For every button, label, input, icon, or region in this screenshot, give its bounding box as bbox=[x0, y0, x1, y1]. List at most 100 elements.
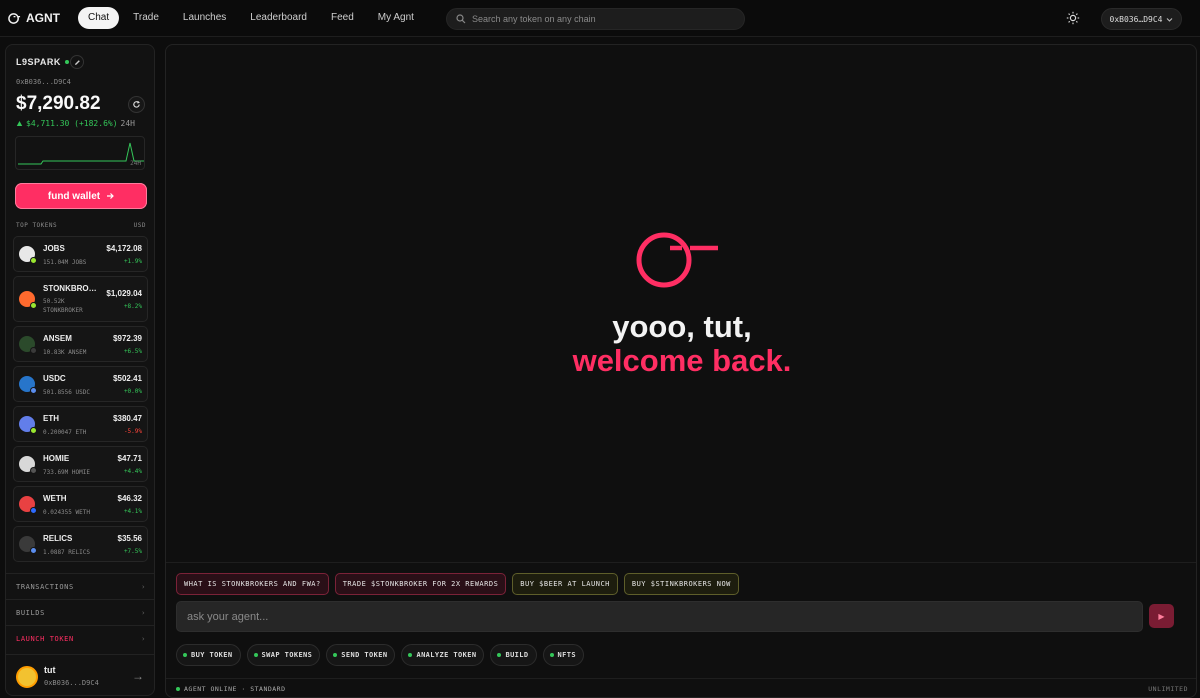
send-button[interactable]: ▶ bbox=[1149, 604, 1174, 628]
token-value: $4,172.08 bbox=[106, 244, 142, 253]
chain-badge-icon bbox=[30, 387, 37, 394]
suggestion-chips: WHAT IS STONKBROKERS AND FWA? TRADE $STO… bbox=[176, 573, 739, 595]
user-address: 0xB036...D9C4 bbox=[44, 679, 99, 687]
token-value: $47.71 bbox=[117, 454, 142, 463]
token-symbol: WETH bbox=[43, 494, 67, 503]
chain-badge-icon bbox=[30, 507, 37, 514]
token-row-usdc[interactable]: USDC 501.8556 USDC $502.41 +0.0% bbox=[13, 366, 148, 402]
token-symbol: STONKBRO… bbox=[43, 284, 97, 293]
token-row-jobs[interactable]: JOBS 151.04M JOBS $4,172.08 +1.9% bbox=[13, 236, 148, 272]
token-value: $35.56 bbox=[117, 534, 142, 543]
action-nfts[interactable]: NFTS bbox=[542, 644, 584, 666]
section-label: TRANSACTIONS bbox=[16, 583, 74, 591]
status-dot-icon bbox=[408, 653, 413, 657]
action-buy-token[interactable]: BUY TOKEN bbox=[176, 644, 241, 666]
token-amount: 1.0887 RELICS bbox=[43, 549, 90, 556]
token-change: +4.1% bbox=[123, 508, 142, 515]
agnt-logo-icon bbox=[8, 12, 21, 24]
action-label: SWAP TOKENS bbox=[261, 651, 313, 659]
quick-actions: BUY TOKEN SWAP TOKENS SEND TOKEN ANALYZE… bbox=[176, 644, 584, 666]
nav-feed[interactable]: Feed bbox=[321, 7, 364, 29]
action-label: SEND TOKEN bbox=[341, 651, 388, 659]
portfolio-balance: $7,290.82 bbox=[16, 93, 101, 114]
arrow-right-icon[interactable]: → bbox=[132, 669, 144, 683]
search-input[interactable] bbox=[472, 14, 732, 24]
status-dot-icon bbox=[183, 653, 187, 657]
section-label: BUILDS bbox=[16, 609, 45, 617]
action-send-token[interactable]: SEND TOKEN bbox=[326, 644, 396, 666]
currency-label: USD bbox=[133, 222, 146, 229]
token-amount: 151.04M JOBS bbox=[43, 259, 87, 266]
suggestion-chip[interactable]: TRADE $STONKBROKER FOR 2X REWARDS bbox=[334, 573, 507, 595]
chat-input[interactable] bbox=[176, 601, 1143, 632]
action-build[interactable]: BUILD bbox=[490, 644, 537, 666]
nav-trade[interactable]: Trade bbox=[123, 7, 169, 29]
token-amount: 0.200047 ETH bbox=[43, 429, 87, 436]
fund-wallet-label: fund wallet bbox=[47, 190, 101, 202]
chat-panel: yooo, tut, welcome back. WHAT IS STONKBR… bbox=[165, 44, 1197, 698]
nav-leaderboard[interactable]: Leaderboard bbox=[240, 7, 317, 29]
nav-chat[interactable]: Chat bbox=[78, 7, 120, 29]
search-bar bbox=[446, 8, 745, 30]
composer: WHAT IS STONKBROKERS AND FWA? TRADE $STO… bbox=[166, 562, 1196, 697]
brand[interactable]: AGNT bbox=[8, 11, 60, 25]
agnt-logo-icon bbox=[636, 232, 718, 288]
token-row-ansem[interactable]: ANSEM 10.83K ANSEM $972.39 +6.5% bbox=[13, 326, 148, 362]
chain-badge-icon bbox=[30, 257, 37, 264]
sidebar-section-builds[interactable]: BUILDS › bbox=[6, 599, 154, 625]
chevron-right-icon: › bbox=[141, 609, 146, 617]
edit-name-button[interactable] bbox=[70, 55, 84, 69]
chevron-down-icon bbox=[1167, 17, 1173, 22]
wallet-address: 0xB036…D9C4 bbox=[1109, 14, 1163, 24]
refresh-button[interactable] bbox=[128, 96, 145, 113]
token-symbol: HOMIE bbox=[43, 454, 70, 463]
token-change: +7.5% bbox=[123, 548, 142, 555]
nav-launches[interactable]: Launches bbox=[173, 7, 236, 29]
greeting-line: yooo, tut, bbox=[612, 309, 752, 344]
token-row-weth[interactable]: WETH 0.024355 WETH $46.32 +4.1% bbox=[13, 486, 148, 522]
action-swap-tokens[interactable]: SWAP TOKENS bbox=[246, 644, 321, 666]
action-label: BUY TOKEN bbox=[191, 651, 233, 659]
account-name-row: L9SPARK bbox=[16, 57, 69, 67]
user-profile-row[interactable]: tut 0xB036...D9C4 → bbox=[6, 654, 154, 695]
wallet-button[interactable]: 0xB036…D9C4 bbox=[1101, 8, 1182, 30]
status-bar: AGENT ONLINE · STANDARD UNLIMITED bbox=[166, 678, 1196, 697]
refresh-icon bbox=[133, 100, 140, 108]
avatar bbox=[16, 666, 38, 688]
chain-badge-icon bbox=[30, 467, 37, 474]
token-row-stonkbro[interactable]: STONKBRO… 50.52K STONKBROKER $1,029.04 +8.2… bbox=[13, 276, 148, 322]
token-change: +4.4% bbox=[123, 468, 142, 475]
token-change: +6.5% bbox=[123, 348, 142, 355]
fund-wallet-button[interactable]: fund wallet bbox=[15, 183, 147, 209]
nav-my-agnt[interactable]: My Agnt bbox=[368, 7, 424, 29]
token-list: JOBS 151.04M JOBS $4,172.08 +1.9% STONKBRO… 5… bbox=[13, 236, 148, 566]
suggestion-chip[interactable]: BUY $STINKBROKERS NOW bbox=[623, 573, 739, 595]
change-period: 24H bbox=[120, 119, 135, 128]
sun-icon[interactable] bbox=[1066, 11, 1080, 25]
suggestion-chip[interactable]: WHAT IS STONKBROKERS AND FWA? bbox=[176, 573, 329, 595]
token-value: $380.47 bbox=[113, 414, 142, 423]
token-row-eth[interactable]: ETH 0.200047 ETH $380.47 -5.9% bbox=[13, 406, 148, 442]
token-change: +0.0% bbox=[123, 388, 142, 395]
pencil-icon bbox=[74, 59, 80, 65]
token-value: $972.39 bbox=[113, 334, 142, 343]
chain-badge-icon bbox=[30, 427, 37, 434]
top-bar: AGNT Chat Trade Launches Leaderboard Fee… bbox=[0, 0, 1200, 37]
agent-status-text: AGENT ONLINE · STANDARD bbox=[184, 685, 286, 693]
action-label: NFTS bbox=[557, 651, 576, 659]
section-label: LAUNCH TOKEN bbox=[16, 635, 74, 643]
sidebar-section-launch-token[interactable]: LAUNCH TOKEN › bbox=[6, 625, 154, 651]
token-row-homie[interactable]: HOMIE 733.69M HOMIE $47.71 +4.4% bbox=[13, 446, 148, 482]
action-analyze-token[interactable]: ANALYZE TOKEN bbox=[401, 644, 485, 666]
token-symbol: ANSEM bbox=[43, 334, 72, 343]
suggestion-chip[interactable]: BUY $BEER AT LAUNCH bbox=[512, 573, 618, 595]
token-amount: 501.8556 USDC bbox=[43, 389, 90, 396]
chevron-right-icon: › bbox=[141, 583, 146, 591]
chain-badge-icon bbox=[30, 302, 37, 309]
token-row-relics[interactable]: RELICS 1.0887 RELICS $35.56 +7.5% bbox=[13, 526, 148, 562]
top-tokens-title: TOP TOKENS bbox=[16, 222, 58, 229]
token-value: $1,029.04 bbox=[106, 289, 142, 298]
account-address: 0xB036...D9C4 bbox=[16, 78, 71, 86]
change-value: $4,711.30 (+182.6%) bbox=[26, 119, 118, 128]
sidebar-section-transactions[interactable]: TRANSACTIONS › bbox=[6, 573, 154, 599]
